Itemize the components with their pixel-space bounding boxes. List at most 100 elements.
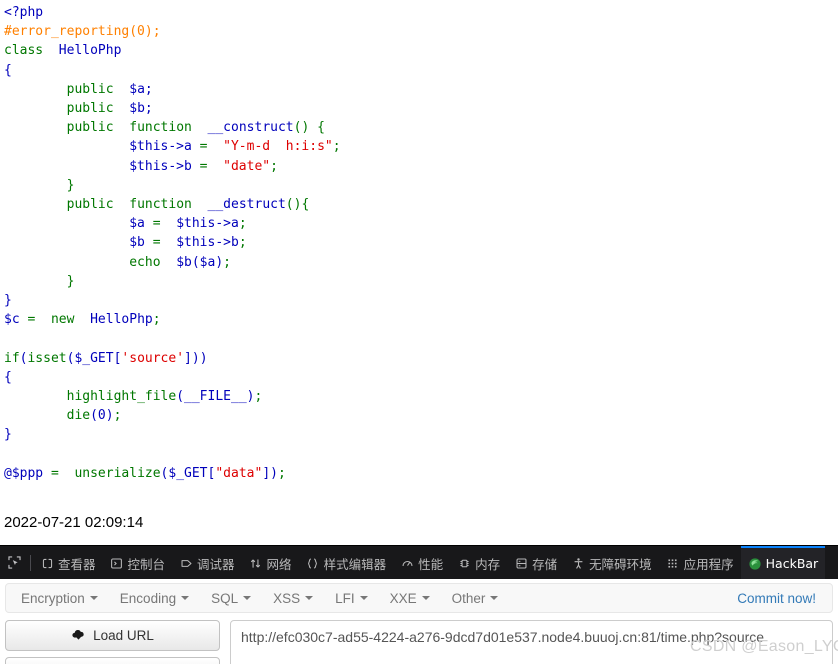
hackbar-menu-xss[interactable]: XSS (262, 587, 324, 610)
code-token-default: $b($a) (160, 254, 224, 270)
code-token-keyword: unserialize (74, 465, 161, 481)
code-token-default: ])) (184, 350, 208, 366)
hackbar-menu-encoding[interactable]: Encoding (109, 587, 200, 610)
devtools-tab-9[interactable]: 应用程序 (659, 546, 741, 579)
hackbar-menu-label: XSS (273, 590, 301, 606)
chevron-down-icon (421, 596, 430, 600)
code-token-keyword: new (50, 312, 75, 328)
code-token-keyword: ; (254, 389, 263, 405)
code-token-default: $b (4, 235, 153, 251)
code-token-default (4, 178, 67, 193)
code-token-keyword: ; (238, 216, 247, 232)
element-picker-icon (7, 556, 21, 569)
url-input[interactable]: http://efc030c7-ad55-4224-a276-9dcd7d01e… (230, 620, 833, 664)
code-line: public $b; (4, 99, 838, 118)
code-token-keyword: highlight_file (66, 389, 177, 405)
devtools-tab-8[interactable]: 无障碍环境 (564, 546, 659, 579)
code-line: } (4, 272, 838, 291)
hackbar-menu-encryption[interactable]: Encryption (10, 587, 109, 610)
code-token-default (35, 312, 51, 327)
accessibility-icon (571, 557, 585, 571)
hackbar-panel: Encryption Encoding SQL XSS LFI XXE Other Commi… (0, 579, 838, 664)
code-token-keyword: isset (27, 350, 67, 366)
code-token-keyword: die (66, 408, 91, 424)
console-icon (110, 557, 124, 571)
code-token-keyword: class (4, 43, 44, 59)
cloud-download-icon (72, 629, 84, 640)
code-token-default: $a (4, 216, 153, 232)
code-line: $b = $this->b; (4, 233, 838, 252)
hackbar-menu-label: XXE (389, 590, 417, 606)
code-token-default: (__FILE__) (176, 389, 255, 405)
devtools-tab-4[interactable]: 样式编辑器 (299, 546, 394, 579)
code-line: <?php (4, 3, 838, 22)
code-token-default: $this->b (4, 158, 200, 174)
code-token-keyword: (){ (285, 197, 310, 213)
devtools-tab-2[interactable]: 调试器 (172, 546, 242, 579)
hackbar-buttons-column: Load URL (5, 620, 220, 664)
code-line: if(isset($_GET['source'])) (4, 349, 838, 368)
code-line: @$ppp = unserialize($_GET["data"]); (4, 464, 838, 483)
code-token-default (4, 101, 67, 116)
devtools-tab-0[interactable]: 查看器 (33, 546, 103, 579)
network-icon (249, 557, 263, 571)
code-line: public $a; (4, 80, 838, 99)
devtools-tab-label: 样式编辑器 (323, 557, 387, 572)
toolbar-divider (30, 554, 31, 571)
hackbar-menu-lfi[interactable]: LFI (324, 587, 379, 610)
code-token-default: $a; (113, 81, 153, 97)
code-token-default: HelloPhp (74, 312, 153, 328)
load-url-button[interactable]: Load URL (5, 620, 220, 651)
element-picker-button[interactable] (0, 546, 28, 579)
devtools-tab-7[interactable]: 存储 (507, 546, 564, 579)
code-token-default: $this->a (4, 139, 200, 155)
code-token-default: __destruct (191, 197, 286, 213)
code-line: die(0); (4, 406, 838, 425)
code-token-default (4, 408, 67, 423)
code-token-keyword: = (152, 216, 161, 232)
hackbar-menu-other[interactable]: Other (441, 587, 510, 610)
code-token-default: HelloPhp (43, 43, 122, 59)
code-line: $a = $this->a; (4, 214, 838, 233)
commit-now-link[interactable]: Commit now! (725, 587, 828, 610)
code-token-keyword: ; (238, 235, 247, 251)
code-token-keyword: { (317, 120, 325, 136)
hackbar-menu-xxe[interactable]: XXE (379, 587, 441, 610)
devtools-tab-6[interactable]: 内存 (450, 546, 507, 579)
hackbar-menu-label: Other (451, 590, 486, 606)
hackbar-menu-sql[interactable]: SQL (200, 587, 262, 610)
code-token-default (114, 120, 130, 135)
devtools-tab-5[interactable]: 性能 (393, 546, 450, 579)
code-line: $this->b = "date"; (4, 157, 838, 176)
devtools-tab-3[interactable]: 网络 (242, 546, 299, 579)
hackbar-secondary-button[interactable] (5, 657, 220, 664)
code-line: #error_reporting(0); (4, 22, 838, 41)
devtools-tab-10[interactable]: HackBar (740, 546, 826, 579)
devtools-tab-label: 无障碍环境 (589, 557, 652, 572)
code-line: $c = new HelloPhp; (4, 310, 838, 329)
code-line: { (4, 61, 838, 80)
devtools-tab-1[interactable]: 控制台 (103, 546, 173, 579)
code-line: public function __construct() { (4, 118, 838, 137)
code-token-string: "date" (223, 158, 271, 174)
hackbar-menu-label: Encoding (119, 590, 177, 606)
code-line: highlight_file(__FILE__); (4, 387, 838, 406)
code-token-keyword: } (66, 177, 75, 193)
chevron-down-icon (359, 596, 368, 600)
code-token-default: { (4, 62, 12, 78)
storage-icon (514, 557, 528, 571)
hackbar-menu-label: LFI (335, 590, 355, 606)
php-source-code: <?php #error_reporting(0); class HelloPh… (0, 0, 838, 483)
code-token-default (114, 197, 130, 212)
code-line: { (4, 368, 838, 387)
code-token-keyword: public (66, 81, 114, 97)
code-token-default: $c (4, 312, 28, 328)
code-token-default (309, 120, 317, 135)
code-token-keyword: function (129, 197, 192, 213)
code-token-keyword: = (50, 465, 59, 481)
code-token-default (4, 389, 67, 404)
page-content: <?php #error_reporting(0); class HelloPh… (0, 0, 838, 545)
devtools-tab-label: 控制台 (127, 557, 166, 572)
